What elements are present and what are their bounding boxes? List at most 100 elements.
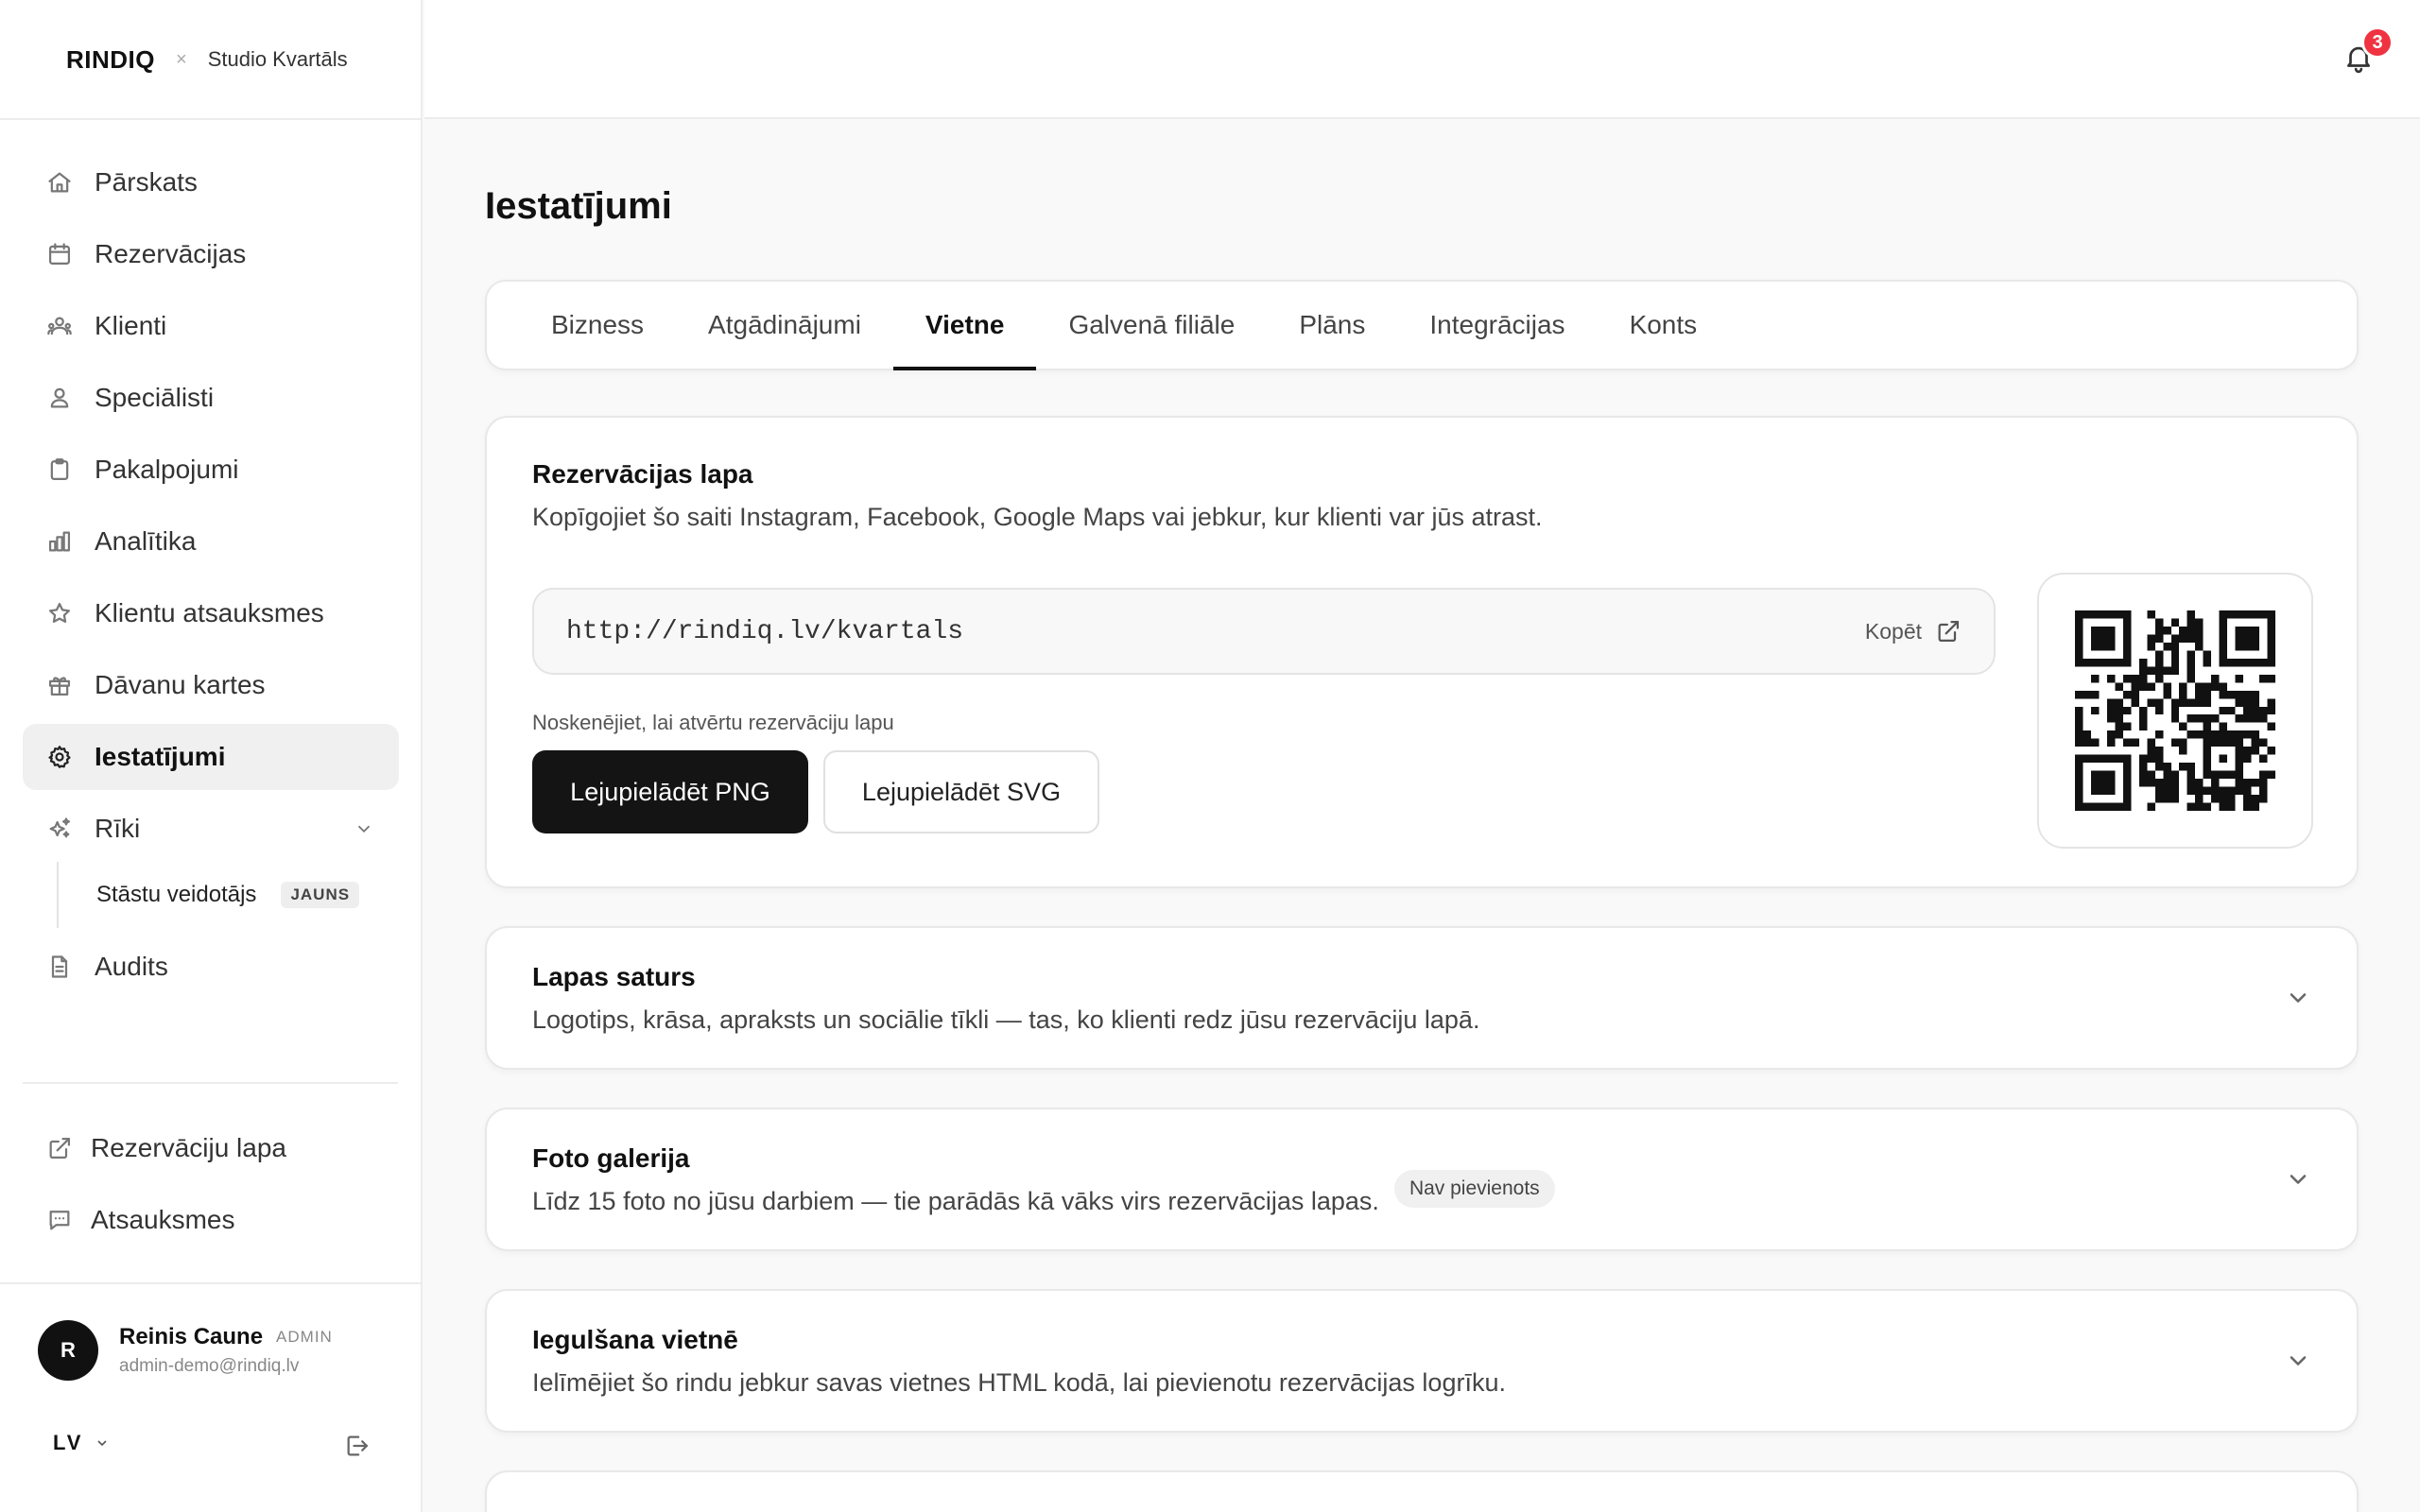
chevron-down-icon[interactable] xyxy=(2285,1348,2311,1374)
external-link-icon xyxy=(45,1134,74,1162)
download-svg-button[interactable]: Lejupielādēt SVG xyxy=(823,750,1099,833)
user-icon xyxy=(45,384,74,412)
qr-module xyxy=(2147,666,2155,675)
sidebar-item-settings[interactable]: Iestatījumi xyxy=(23,724,399,790)
tab-business[interactable]: Bizness xyxy=(519,282,676,369)
qr-module xyxy=(2259,610,2268,619)
photo-gallery-section[interactable]: Foto galerija Līdz 15 foto no jūsu darbi… xyxy=(485,1108,2359,1251)
tab-plan[interactable]: Plāns xyxy=(1267,282,1397,369)
qr-module xyxy=(2170,634,2180,643)
chevron-down-icon[interactable] xyxy=(2285,1166,2311,1193)
tab-account[interactable]: Konts xyxy=(1598,282,1730,369)
qr-module xyxy=(2106,658,2116,667)
user-role: ADMIN xyxy=(276,1328,333,1346)
booking-url[interactable]: http://rindiq.lv/kvartals xyxy=(566,617,1865,646)
qr-module xyxy=(2243,698,2252,707)
brand-logo[interactable]: RINDIQ xyxy=(66,45,155,75)
qr-module xyxy=(2170,666,2180,675)
qr-module xyxy=(2243,706,2252,715)
qr-module xyxy=(2170,786,2180,796)
qr-module xyxy=(2075,802,2083,811)
qr-module xyxy=(2131,682,2139,691)
sidebar-item-tools[interactable]: Rīki xyxy=(23,796,399,862)
notifications-button[interactable]: 3 xyxy=(2342,26,2394,79)
qr-module xyxy=(2075,690,2083,699)
qr-module xyxy=(2083,754,2091,764)
qr-module xyxy=(2099,786,2107,796)
booking-page-card: Rezervācijas lapa Kopīgojiet šo saiti In… xyxy=(485,416,2359,888)
next-section xyxy=(485,1470,2359,1512)
user-profile[interactable]: R Reinis Caune ADMIN admin-demo@rindiq.l… xyxy=(38,1320,333,1381)
sidebar-item-services[interactable]: Pakalpojumi xyxy=(23,437,399,503)
qr-module xyxy=(2090,786,2100,796)
qr-module xyxy=(2147,779,2155,787)
qr-module xyxy=(2147,770,2155,780)
qr-module xyxy=(2090,690,2100,699)
qr-module xyxy=(2075,786,2083,796)
sidebar-item-specialists[interactable]: Speciālisti xyxy=(23,365,399,431)
qr-module xyxy=(2154,795,2164,803)
qr-module xyxy=(2115,698,2123,707)
tab-reminders[interactable]: Atgādinājumi xyxy=(676,282,893,369)
tab-integrations[interactable]: Integrācijas xyxy=(1397,282,1597,369)
qr-module xyxy=(2106,634,2116,643)
download-png-button[interactable]: Lejupielādēt PNG xyxy=(532,750,808,833)
sidebar-item-bookings[interactable]: Rezervācijas xyxy=(23,221,399,287)
tab-website[interactable]: Vietne xyxy=(892,282,1037,370)
language-selector[interactable]: LV xyxy=(53,1431,110,1455)
qr-module xyxy=(2211,779,2220,787)
qr-module xyxy=(2195,626,2204,635)
qr-module xyxy=(2170,658,2180,667)
chevron-down-icon[interactable] xyxy=(354,818,374,839)
qr-module xyxy=(2267,618,2275,627)
sidebar-item-label: Atsauksmes xyxy=(91,1205,235,1234)
qr-module xyxy=(2195,786,2204,796)
top-bar: 3 xyxy=(424,0,2420,119)
sidebar-item-gift-cards[interactable]: Dāvanu kartes xyxy=(23,652,399,718)
qr-module xyxy=(2179,722,2187,731)
sidebar-subitem-story-builder[interactable]: Stāstu veidotājs JAUNS xyxy=(57,862,399,928)
qr-module xyxy=(2099,779,2107,787)
copy-button[interactable]: Kopēt xyxy=(1865,618,1962,644)
qr-module xyxy=(2138,674,2148,683)
qr-module xyxy=(2122,770,2132,780)
sidebar-nav-bottom: Rezervāciju lapa Atsauksmes xyxy=(23,1115,399,1259)
chevron-down-icon[interactable] xyxy=(2285,985,2311,1011)
sidebar-item-feedback[interactable]: Atsauksmes xyxy=(23,1187,399,1253)
sidebar-item-booking-page[interactable]: Rezervāciju lapa xyxy=(23,1115,399,1181)
qr-module xyxy=(2259,770,2268,780)
qr-module xyxy=(2227,802,2236,811)
embed-section[interactable]: Iegulšana vietnē Ielīmējiet šo rindu jeb… xyxy=(485,1289,2359,1433)
qr-module xyxy=(2075,650,2083,659)
qr-module xyxy=(2235,770,2244,780)
sidebar-item-label: Rezervāciju lapa xyxy=(91,1133,286,1162)
logout-button[interactable] xyxy=(344,1433,374,1463)
qr-module xyxy=(2187,650,2196,659)
qr-module xyxy=(2131,738,2139,747)
tab-main-branch[interactable]: Galvenā filiāle xyxy=(1036,282,1267,369)
sidebar-item-analytics[interactable]: Analītika xyxy=(23,508,399,575)
qr-module xyxy=(2235,626,2244,635)
users-icon xyxy=(45,312,74,340)
qr-module xyxy=(2090,738,2100,747)
external-link-icon xyxy=(1938,620,1960,643)
qr-module xyxy=(2115,754,2123,764)
qr-module xyxy=(2235,763,2244,771)
qr-module xyxy=(2235,738,2244,747)
qr-module xyxy=(2147,698,2155,707)
qr-module xyxy=(2106,802,2116,811)
qr-module xyxy=(2219,634,2228,643)
clipboard-icon xyxy=(45,455,74,484)
sidebar-item-clients[interactable]: Klienti xyxy=(23,293,399,359)
user-name: Reinis Caune xyxy=(119,1324,264,1349)
qr-module xyxy=(2154,698,2164,707)
qr-module xyxy=(2259,754,2268,764)
sidebar-item-label: Klientu atsauksmes xyxy=(95,598,324,627)
sidebar-item-overview[interactable]: Pārskats xyxy=(23,149,399,215)
qr-module xyxy=(2259,658,2268,667)
booking-url-field[interactable]: http://rindiq.lv/kvartals Kopēt xyxy=(532,588,1996,675)
sidebar-item-audit[interactable]: Audits xyxy=(23,934,399,1000)
page-content-section[interactable]: Lapas saturs Logotips, krāsa, apraksts u… xyxy=(485,926,2359,1070)
sidebar-item-reviews[interactable]: Klientu atsauksmes xyxy=(23,580,399,646)
qr-module xyxy=(2251,706,2260,715)
